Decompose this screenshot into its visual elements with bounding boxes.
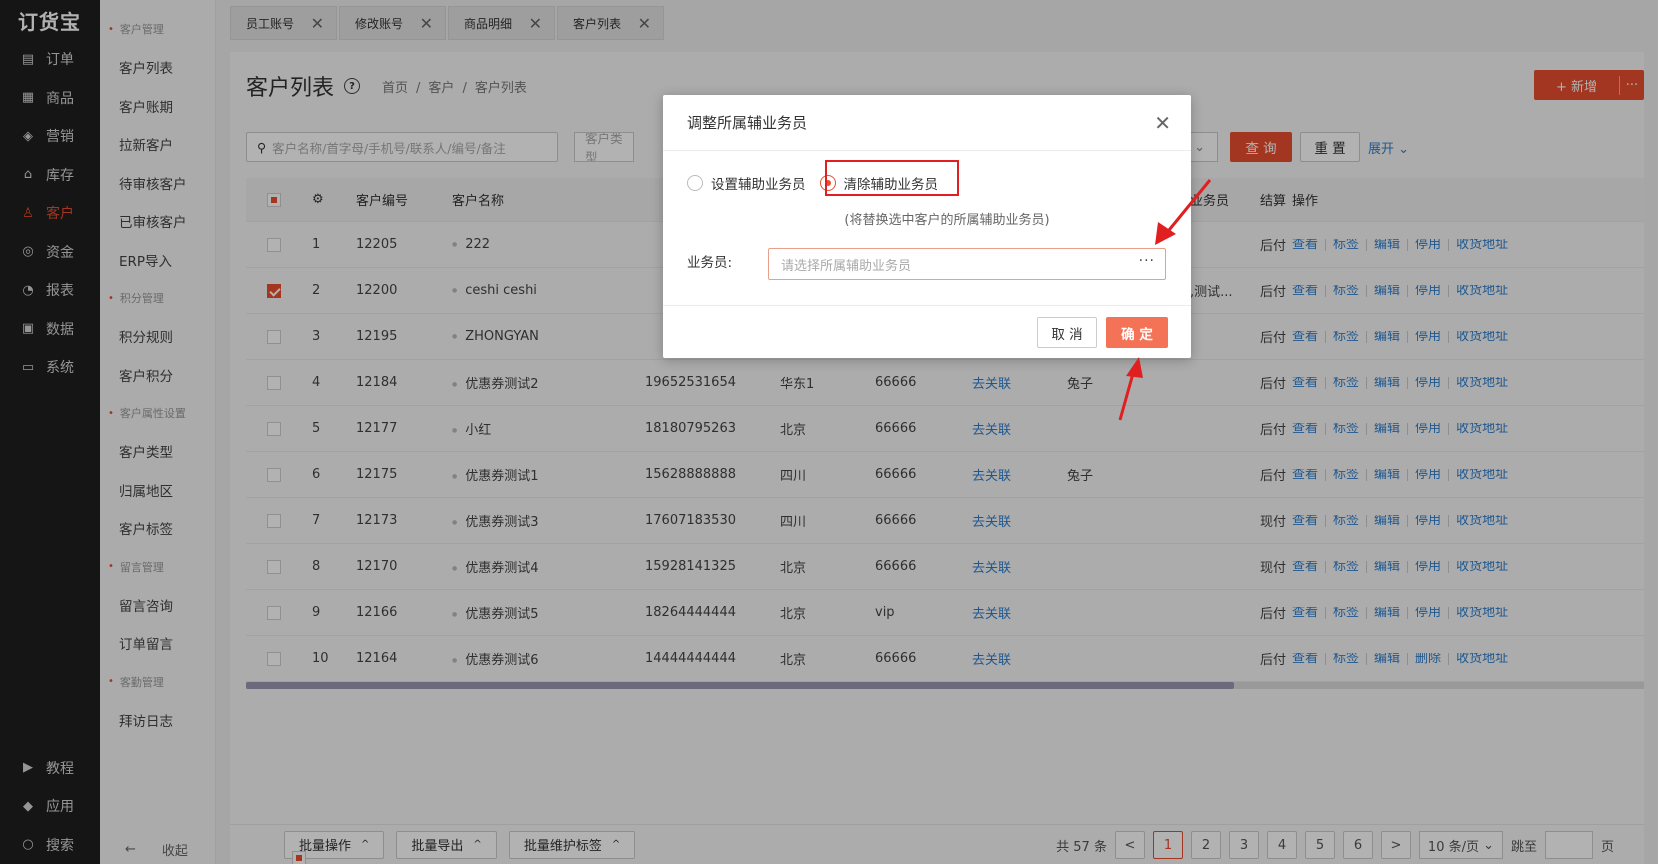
close-icon[interactable]: ✕ [1154,111,1171,135]
ellipsis-icon[interactable]: ··· [1139,253,1155,269]
radio-circle[interactable] [687,175,703,191]
sales-field-label: 业务员: [687,255,733,271]
adjust-aux-sales-dialog: 调整所属辅业务员 ✕ 设置辅助业务员 清除辅助业务员 (将替换选中客户的所属辅助… [663,95,1191,358]
dialog-title: 调整所属辅业务员 [663,95,1191,151]
sales-select-field[interactable]: 请选择所属辅助业务员 ··· [768,248,1166,280]
annotation-highlight-box [825,160,959,196]
cancel-button[interactable]: 取 消 [1037,317,1097,348]
confirm-button[interactable]: 确 定 [1106,317,1168,348]
dialog-hint: (将替换选中客户的所属辅助业务员) [844,213,1050,228]
radio-set-aux-sales[interactable]: 设置辅助业务员 [687,173,806,193]
dialog-footer: 取 消 确 定 [663,305,1191,358]
